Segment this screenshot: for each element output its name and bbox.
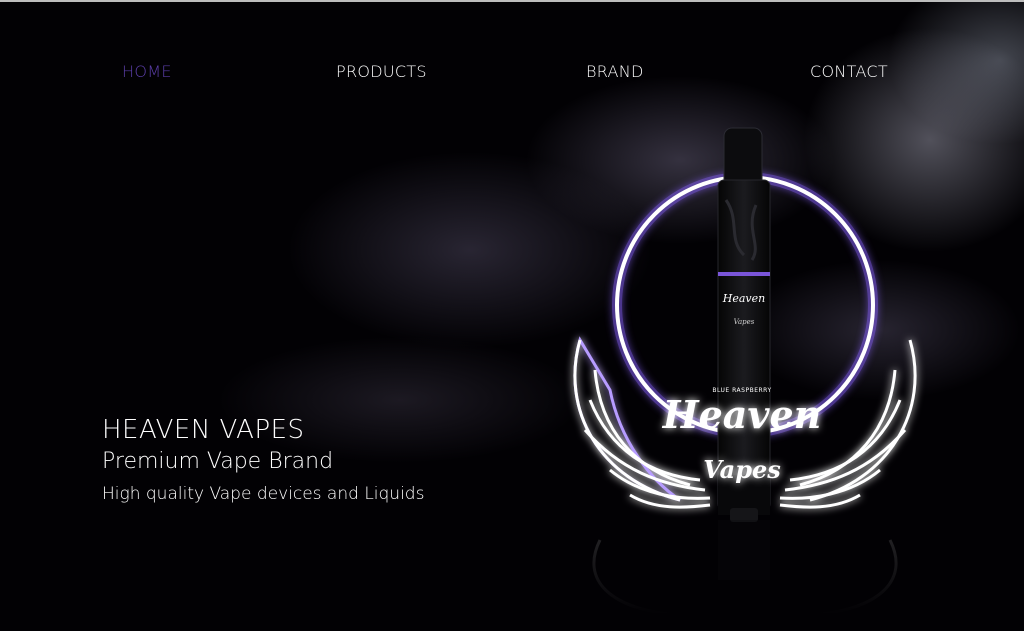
logo-heaven-text: Heaven (662, 392, 822, 437)
nav-contact[interactable]: CONTACT (810, 62, 888, 81)
device-logo-text: Heaven (722, 292, 765, 305)
hero-title: HEAVEN VAPES (102, 415, 305, 445)
device-logo-subtext: Vapes (734, 318, 755, 326)
page: HOME PRODUCTS BRAND CONTACT HEAVEN VAPES… (0, 0, 1024, 631)
product-hero-image: Heaven Vapes BLUE RASPBERRY Heaven Vapes (573, 127, 917, 617)
top-divider (0, 0, 1024, 2)
logo-vapes-text: Vapes (703, 455, 781, 484)
reflection (592, 520, 898, 617)
nav-products[interactable]: PRODUCTS (336, 62, 427, 81)
hero-text-block: HEAVEN VAPES Premium Vape Brand High qua… (102, 414, 424, 506)
nav-brand[interactable]: BRAND (586, 62, 644, 81)
nav-home[interactable]: HOME (122, 62, 172, 81)
main-nav: HOME PRODUCTS BRAND CONTACT (0, 62, 1024, 90)
hero-subtitle: Premium Vape Brand (102, 449, 334, 474)
hero-description: High quality Vape devices and Liquids (102, 484, 425, 504)
